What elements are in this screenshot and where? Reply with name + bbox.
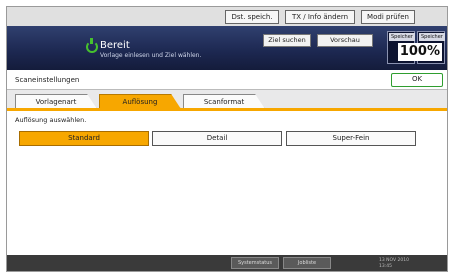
- tab-resolution[interactable]: Auflösung: [99, 94, 181, 109]
- scanner-panel: Dst. speich. TX / Info ändern Modi prüfe…: [6, 6, 448, 272]
- content-area: Auflösung auswählen. Standard Detail Sup…: [7, 111, 447, 255]
- preview-button[interactable]: Vorschau: [317, 34, 373, 47]
- ok-button[interactable]: OK: [391, 73, 443, 87]
- search-destination-button[interactable]: Ziel suchen: [263, 34, 311, 47]
- status-title: Bereit: [100, 40, 130, 51]
- status-header: Bereit Vorlage einlesen und Ziel wählen.…: [7, 26, 447, 70]
- bottom-bar: Systemstatus Jobliste 13 NOV 2010 13:45: [7, 255, 447, 271]
- resolution-detail-button[interactable]: Detail: [152, 131, 282, 146]
- memory-percent-counter: Speicher 100%: [397, 31, 445, 64]
- settings-titlebar: Scaneinstellungen OK: [7, 70, 447, 90]
- store-file-button[interactable]: Dst. speich.: [225, 10, 279, 24]
- resolution-superfine-button[interactable]: Super-Fein: [286, 131, 416, 146]
- date-display: 13 NOV 2010: [379, 258, 409, 263]
- top-strip: Dst. speich. TX / Info ändern Modi prüfe…: [7, 7, 447, 26]
- page-title: Scaneinstellungen: [15, 76, 80, 84]
- memory-percent-value: 100%: [397, 43, 442, 61]
- memory-counter-label: Speicher: [389, 33, 415, 41]
- tab-row: Vorlagenart Auflösung Scanformat: [7, 90, 447, 109]
- check-modes-button[interactable]: Modi prüfen: [361, 10, 415, 24]
- memory-percent-label: Speicher: [419, 33, 445, 41]
- system-status-button[interactable]: Systemstatus: [231, 257, 279, 269]
- time-display: 13:45: [379, 264, 392, 269]
- tab-scan-size[interactable]: Scanformat: [183, 94, 265, 109]
- tx-info-change-button[interactable]: TX / Info ändern: [285, 10, 355, 24]
- ready-power-icon: [86, 38, 98, 53]
- resolution-prompt: Auflösung auswählen.: [15, 116, 87, 124]
- tab-original-type[interactable]: Vorlagenart: [15, 94, 97, 109]
- resolution-standard-button[interactable]: Standard: [19, 131, 149, 146]
- status-subtitle: Vorlage einlesen und Ziel wählen.: [100, 52, 202, 59]
- job-list-button[interactable]: Jobliste: [283, 257, 331, 269]
